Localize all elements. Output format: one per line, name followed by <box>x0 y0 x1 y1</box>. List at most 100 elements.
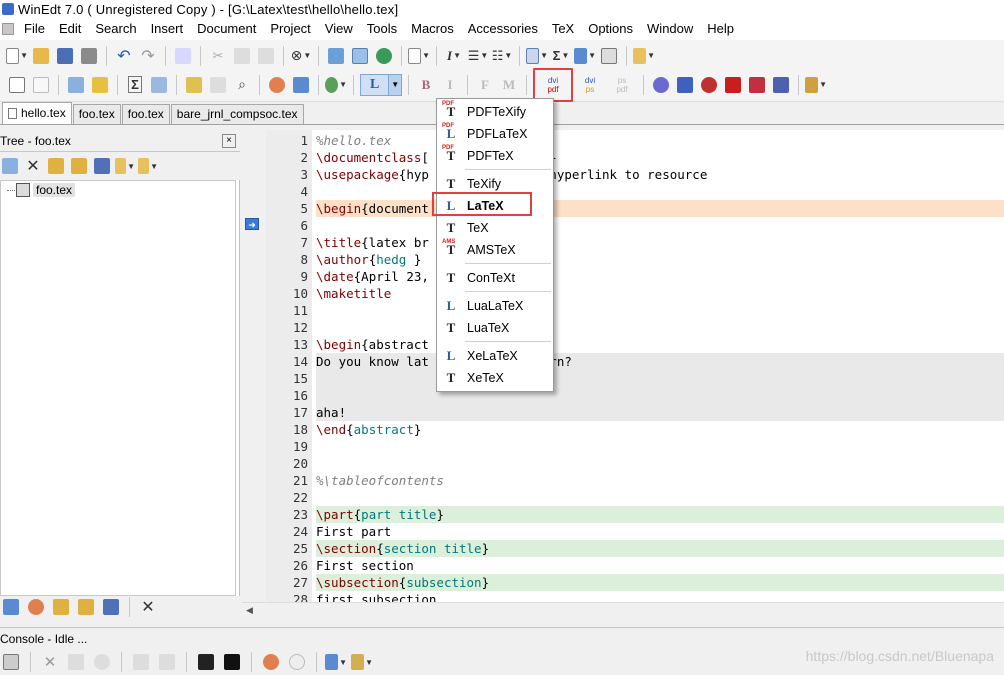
console-view-button[interactable] <box>0 651 22 673</box>
menu-item-amstex[interactable]: AMS T AMSTeX <box>439 239 551 261</box>
menu-insert[interactable]: Insert <box>144 18 191 40</box>
matrix-button[interactable]: ▼ <box>526 45 548 67</box>
table-button[interactable] <box>349 45 371 67</box>
code-line[interactable]: %hello.tex <box>316 132 1004 149</box>
view-button[interactable] <box>290 74 312 96</box>
code-line[interactable]: first subsection <box>316 591 1004 602</box>
code-line[interactable]: \date{April 23, <box>316 268 1004 285</box>
dvi-ps-button[interactable]: dvi ps <box>575 70 605 100</box>
code-line[interactable]: aha! <box>316 404 1004 421</box>
copy-button[interactable] <box>231 45 253 67</box>
console-terminal-button[interactable] <box>195 651 217 673</box>
tree-add-button[interactable] <box>46 155 66 177</box>
code-line[interactable] <box>316 387 1004 404</box>
dvi-pdf-button[interactable]: dvi pdf <box>533 67 573 102</box>
image-button[interactable] <box>325 45 347 67</box>
symbol-button[interactable] <box>148 74 170 96</box>
italic-button[interactable]: I <box>439 74 461 96</box>
console-gear-button[interactable] <box>91 651 113 673</box>
tree-stack-button[interactable] <box>92 155 112 177</box>
redo-button[interactable]: ↷ <box>137 45 159 67</box>
code-line[interactable]: \begin{abstract <box>316 336 1004 353</box>
menu-item-xetex[interactable]: T XeTeX <box>439 367 551 389</box>
code-line[interactable]: %\tableofcontents <box>316 472 1004 489</box>
menu-item-tex[interactable]: T TeX <box>439 217 551 239</box>
tab-bare-jrnl-compsoc[interactable]: bare_jrnl_compsoc.tex <box>170 104 304 124</box>
menu-search[interactable]: Search <box>88 18 143 40</box>
page-button[interactable]: ▼ <box>408 45 430 67</box>
sigma-panel-button[interactable]: Σ <box>124 74 146 96</box>
code-line[interactable]: \end{abstract} <box>316 421 1004 438</box>
console-paste-button[interactable] <box>156 651 178 673</box>
menu-file[interactable]: File <box>17 18 52 40</box>
menu-view[interactable]: View <box>318 18 360 40</box>
document-icon[interactable] <box>2 23 14 35</box>
code-line[interactable] <box>316 438 1004 455</box>
tab-hello-tex[interactable]: hello.tex <box>2 102 72 124</box>
m-button[interactable]: M <box>498 74 520 96</box>
find-button[interactable]: ⊗ ▼ <box>290 45 312 67</box>
code-line[interactable]: \part{part title} <box>316 506 1004 523</box>
tree-gather2-button[interactable] <box>75 596 97 618</box>
tree-folder-button[interactable]: ▼ <box>115 155 135 177</box>
code-line[interactable]: \begin{document <box>316 200 1004 217</box>
menu-item-pdftex[interactable]: PDF T PDFTeX <box>439 145 551 167</box>
blank-doc-button[interactable] <box>30 74 52 96</box>
macro2-button[interactable] <box>207 74 229 96</box>
bold-button[interactable]: B <box>415 74 437 96</box>
tree-monitor-button[interactable] <box>0 596 22 618</box>
pdf-search-button[interactable] <box>770 74 792 96</box>
menu-tools[interactable]: Tools <box>360 18 404 40</box>
code-line[interactable]: First part <box>316 523 1004 540</box>
code-line[interactable] <box>316 370 1004 387</box>
bin-button[interactable]: ▼ <box>325 74 347 96</box>
code-line[interactable]: First section <box>316 557 1004 574</box>
dvi-view-button[interactable] <box>674 74 696 96</box>
menu-item-context[interactable]: T ConTeXt <box>439 267 551 289</box>
menu-item-lualatex[interactable]: L LuaLaTeX <box>439 295 551 317</box>
tree-button[interactable] <box>65 74 87 96</box>
console-stop-button[interactable] <box>286 651 308 673</box>
tree-add2-button[interactable] <box>69 155 89 177</box>
menu-document[interactable]: Document <box>190 18 263 40</box>
chevron-down-icon[interactable]: ▼ <box>388 74 401 95</box>
bookmark-gutter[interactable]: ➜ <box>242 130 264 602</box>
code-line[interactable]: \documentclass[ le} <box>316 149 1004 166</box>
code-line[interactable]: \subsection{subsection} <box>316 574 1004 591</box>
pick-button[interactable] <box>266 74 288 96</box>
dvi-search-button[interactable] <box>650 74 672 96</box>
menu-macros[interactable]: Macros <box>404 18 461 40</box>
open-button[interactable] <box>30 45 52 67</box>
print-button[interactable] <box>78 45 100 67</box>
tab-foo-tex-2[interactable]: foo.tex <box>121 104 170 124</box>
sum-button[interactable]: Σ ▼ <box>550 45 572 67</box>
code-line[interactable]: \maketitle <box>316 285 1004 302</box>
tree-folder2-button[interactable]: ▼ <box>138 155 158 177</box>
latex-compiler-selector[interactable]: L ▼ <box>360 73 402 96</box>
tree-remove-button[interactable]: ✕ <box>137 596 159 618</box>
code-editor[interactable]: 1 2 3 4 5 6 7 8 9 10 11 12 13 14 15 16 17 18 19 20 21 22 23 24 2… <box>266 130 1004 602</box>
menu-item-luatex[interactable]: T LuaTeX <box>439 317 551 339</box>
code-line[interactable] <box>316 183 1004 200</box>
code-line[interactable]: \title{latex br <box>316 234 1004 251</box>
console-close-button[interactable]: ✕ <box>39 651 61 673</box>
scroll-left-arrow-icon[interactable]: ◀ <box>246 605 253 616</box>
cut-button[interactable]: ✂ <box>207 45 229 67</box>
pdf-viewer-button[interactable] <box>746 74 768 96</box>
code-line[interactable]: \author{hedg } <box>316 251 1004 268</box>
web-button[interactable] <box>373 45 395 67</box>
menu-options[interactable]: Options <box>581 18 640 40</box>
tree-expand-button[interactable] <box>0 155 20 177</box>
code-line[interactable] <box>316 455 1004 472</box>
tree-delete-button[interactable]: ✕ <box>23 155 43 177</box>
window-button[interactable] <box>598 45 620 67</box>
new-file-button[interactable]: ▼ <box>6 45 28 67</box>
f-button[interactable]: F <box>474 74 496 96</box>
gather-button[interactable] <box>89 74 111 96</box>
search-button[interactable]: ⌕ <box>231 74 253 96</box>
italic-insert-button[interactable]: I ▼ <box>443 45 465 67</box>
undo-button[interactable]: ↶ <box>113 45 135 67</box>
console-pick-button[interactable] <box>260 651 282 673</box>
console-options-button[interactable]: ▼ <box>351 651 373 673</box>
menu-tex[interactable]: TeX <box>545 18 581 40</box>
